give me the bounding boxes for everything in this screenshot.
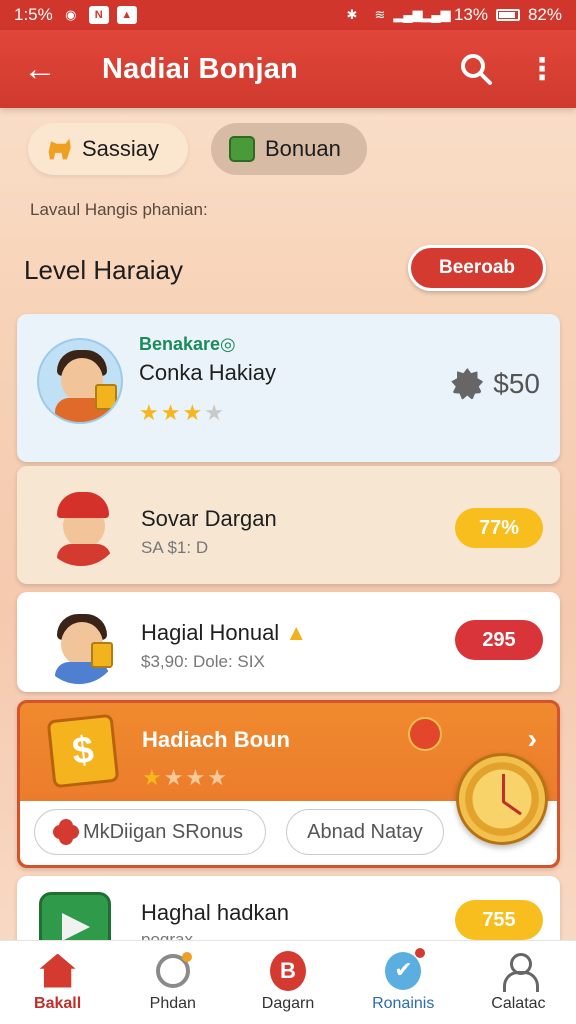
nav-label: Phdan: [149, 994, 196, 1012]
record-icon: ◉: [65, 7, 77, 22]
bonus-option-button-2[interactable]: Abnad Natay: [286, 809, 444, 855]
card-subtitle: $3,90: Dole: SIX: [141, 652, 265, 671]
chip-label: Bonuan: [265, 136, 341, 161]
more-vertical-icon: ⋮: [527, 52, 557, 86]
b-icon: B: [270, 950, 306, 991]
card-title: Conka Hakiay: [139, 360, 276, 385]
page-title: Nadiai Bonjan: [102, 52, 298, 85]
card-title-text: Hagial Honual: [141, 620, 280, 645]
star-icon: ★: [207, 765, 227, 790]
battery-icon: [495, 9, 520, 21]
nav-label: Dagarn: [261, 994, 315, 1012]
clock-icon: [456, 753, 548, 845]
check-icon: [385, 947, 426, 990]
card-subtitle: SA $1: D: [141, 538, 209, 557]
bluetooth-icon: ✱: [346, 7, 358, 22]
signal-icon-2: ▂▄▆: [421, 7, 451, 22]
avatar: [37, 338, 123, 424]
app-bar: ← Nadiai Bonjan ⋮: [0, 30, 576, 108]
app-notification-icon: N: [88, 6, 109, 24]
card-title: Hagial Honual ▲: [141, 620, 307, 646]
subtitle-text: Lavaul Hangis phanian:: [30, 200, 208, 219]
nav-label: Ronainis: [372, 994, 435, 1012]
signal-icon: ▂▄▆: [393, 7, 423, 22]
star-icon: ★: [182, 400, 203, 425]
price-value: $50: [493, 368, 540, 399]
star-icon: ★: [204, 400, 224, 425]
section-action-button[interactable]: Beeroab: [408, 245, 546, 291]
nav-label: Bakall: [34, 994, 82, 1012]
person-icon: [503, 952, 540, 992]
chat-icon: [155, 951, 192, 988]
star-icon: ★: [185, 765, 206, 790]
card-title: Sovar Dargan: [141, 506, 277, 531]
star-icon: ★: [142, 765, 162, 790]
card-tag: Benakare◎: [139, 334, 236, 354]
status-right-text: 13%: [453, 5, 488, 24]
nav-item-home[interactable]: Bakall: [0, 941, 115, 1024]
chip-sassiay[interactable]: Sassiay: [28, 123, 188, 175]
rating-stars: ★ ★ ★ ★: [139, 400, 224, 426]
chip-label: Sassiay: [82, 136, 160, 161]
search-icon: [461, 54, 492, 85]
nav-item-check[interactable]: Ronainis: [346, 941, 461, 1024]
note-icon: [229, 136, 255, 162]
list-card-1[interactable]: Benakare◎ Conka Hakiay ★ ★ ★ ★ $50: [17, 314, 560, 462]
search-button[interactable]: [444, 30, 508, 108]
card-badge: 77%: [455, 508, 543, 548]
featured-bonus-card[interactable]: $ Hadiach Boun ★ ★ ★ ★ › MkDiigan SRonus…: [17, 700, 560, 868]
star-icon: ★: [163, 765, 184, 790]
nav-item-profile[interactable]: Calatac: [461, 941, 576, 1024]
bonus-dollar-icon: $: [46, 713, 120, 789]
flower-icon: [56, 823, 75, 841]
pill-label: Abnad Natay: [307, 820, 423, 843]
battery-level: 82%: [527, 5, 562, 24]
bottom-navigation: Bakall Phdan B Dagarn Ronainis Calatac: [0, 940, 576, 1024]
arrow-left-icon: ←: [23, 49, 57, 88]
card-badge: 755: [455, 900, 543, 940]
rating-stars: ★ ★ ★ ★: [142, 765, 227, 791]
card-title: Haghal hadkan: [141, 900, 290, 925]
bell-icon: ▲: [285, 620, 308, 645]
status-bar: 1:5% ◉ N ▲ ✱ ≋ ▂▄▆ ▂▄▆ 13% 82%: [0, 0, 576, 30]
section-title: Level Haraiay: [24, 255, 183, 285]
wifi-icon: ≋: [374, 7, 386, 22]
home-icon: [39, 953, 76, 988]
chevron-right-icon[interactable]: ›: [528, 723, 537, 755]
card-price: $50: [451, 368, 540, 400]
notification-bubble-icon: [408, 717, 442, 751]
gear-icon: [451, 368, 484, 400]
avatar: [41, 486, 121, 566]
star-icon: ★: [160, 400, 181, 425]
app-notification-icon-2: ▲: [116, 6, 137, 24]
nav-item-chat[interactable]: Phdan: [115, 941, 230, 1024]
status-time: 1:5%: [14, 5, 53, 24]
dog-icon: [48, 138, 71, 160]
star-icon: ★: [139, 400, 159, 425]
back-button[interactable]: ←: [0, 30, 80, 108]
list-card-2[interactable]: Sovar Dargan SA $1: D 77%: [17, 466, 560, 584]
card-title: Hadiach Boun: [142, 727, 290, 752]
nav-label: Calatac: [491, 994, 546, 1012]
avatar: [39, 604, 119, 684]
pill-label: MkDiigan SRonus: [82, 820, 244, 843]
nav-item-b[interactable]: B Dagarn: [230, 941, 345, 1024]
chip-bonuan[interactable]: Bonuan: [211, 123, 367, 175]
bonus-option-button-1[interactable]: MkDiigan SRonus: [34, 809, 266, 855]
more-options-button[interactable]: ⋮: [508, 30, 576, 108]
card-badge: 295: [455, 620, 543, 660]
list-card-3[interactable]: Hagial Honual ▲ $3,90: Dole: SIX 295: [17, 592, 560, 692]
